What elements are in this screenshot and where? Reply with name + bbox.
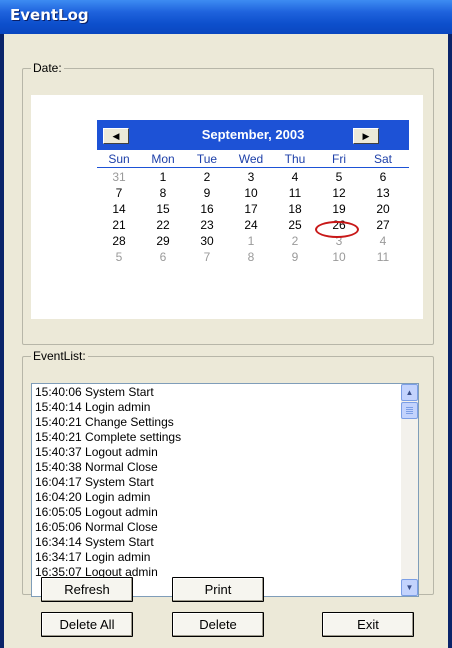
calendar-day-cell[interactable]: 13 (361, 186, 405, 201)
calendar-day-cell[interactable]: 5 (317, 170, 361, 185)
client-area: Date: September, 2003 ◀ ▶ Sun Mon Tue Wed Th… (4, 34, 448, 648)
next-month-button[interactable]: ▶ (353, 128, 379, 144)
weekday-label: Wed (238, 152, 264, 166)
previous-month-button[interactable]: ◀ (103, 128, 129, 144)
calendar-day-cell[interactable]: 4 (273, 170, 317, 185)
event-list-scrollbar[interactable]: ▲ ▼ (401, 384, 418, 596)
event-list-item[interactable]: 15:40:14 Login admin (35, 400, 150, 415)
calendar-day-cell[interactable]: 21 (97, 218, 141, 233)
calendar-day-cell[interactable]: 11 (361, 250, 405, 265)
date-group-label: Date: (33, 61, 62, 75)
calendar-day-cell[interactable]: 7 (97, 186, 141, 201)
calendar-day-cell[interactable]: 23 (185, 218, 229, 233)
event-list-item[interactable]: 16:05:05 Logout admin (35, 505, 158, 520)
calendar-day-cell[interactable]: 8 (141, 186, 185, 201)
calendar-day-cell[interactable]: 20 (361, 202, 405, 217)
calendar-day-cell[interactable]: 25 (273, 218, 317, 233)
refresh-button[interactable]: Refresh (41, 577, 133, 602)
calendar-day-cell[interactable]: 7 (185, 250, 229, 265)
event-list-item[interactable]: 15:40:38 Normal Close (35, 460, 158, 475)
calendar-panel: September, 2003 ◀ ▶ Sun Mon Tue Wed Thu Fri Sa… (31, 95, 423, 319)
arrow-right-icon: ▶ (362, 131, 370, 141)
calendar-day-cell[interactable]: 6 (141, 250, 185, 265)
date-group: Date: September, 2003 ◀ ▶ Sun Mon Tue Wed Th… (22, 61, 434, 345)
calendar-day-cell[interactable]: 5 (97, 250, 141, 265)
calendar-day-cell[interactable]: 8 (229, 250, 273, 265)
calendar-day-cell[interactable]: 30 (185, 234, 229, 249)
event-listbox[interactable]: 15:40:06 System Start 15:40:14 Login admi… (31, 383, 419, 597)
calendar-day-cell[interactable]: 19 (317, 202, 361, 217)
weekday-label: Mon (151, 152, 175, 166)
calendar-day-cell[interactable]: 22 (141, 218, 185, 233)
event-list-group-label: EventList: (33, 349, 86, 363)
calendar-day-cell[interactable]: 9 (273, 250, 317, 265)
calendar-day-cell[interactable]: 15 (141, 202, 185, 217)
calendar-day-cell[interactable]: 31 (97, 170, 141, 185)
calendar-day-cell[interactable]: 29 (141, 234, 185, 249)
calendar-day-cell[interactable]: 27 (361, 218, 405, 233)
calendar-day-cell[interactable]: 12 (317, 186, 361, 201)
calendar-day-cell[interactable]: 2 (185, 170, 229, 185)
scroll-down-button[interactable]: ▼ (401, 579, 418, 596)
weekday-label: Fri (332, 152, 346, 166)
weekday-header-row: Sun Mon Tue Wed Thu Fri Sat (97, 152, 409, 168)
calendar-day-cell[interactable]: 17 (229, 202, 273, 217)
calendar-day-cell[interactable]: 10 (229, 186, 273, 201)
weekday-label: Sat (373, 152, 392, 166)
event-list-item[interactable]: 16:04:20 Login admin (35, 490, 150, 505)
event-list-group: EventList: 15:40:06 System Start 15:40:14… (22, 349, 434, 597)
calendar-day-cell[interactable]: 18 (273, 202, 317, 217)
calendar-day-cell[interactable]: 4 (361, 234, 405, 249)
window-title: EventLog (10, 6, 89, 24)
calendar-day-cell[interactable]: 11 (273, 186, 317, 201)
calendar-day-cell[interactable]: 14 (97, 202, 141, 217)
event-list-item[interactable]: 15:40:06 System Start (35, 385, 154, 400)
today-marker-icon (315, 221, 359, 238)
weekday-label: Sun (108, 152, 130, 166)
calendar-day-cell[interactable]: 1 (229, 234, 273, 249)
exit-button[interactable]: Exit (322, 612, 414, 637)
arrow-left-icon: ◀ (112, 131, 120, 141)
calendar-day-cell[interactable]: 2 (273, 234, 317, 249)
print-button[interactable]: Print (172, 577, 264, 602)
calendar-day-cell[interactable]: 10 (317, 250, 361, 265)
chevron-down-icon: ▼ (405, 583, 414, 592)
calendar-day-cell[interactable]: 9 (185, 186, 229, 201)
event-list-item[interactable]: 16:05:06 Normal Close (35, 520, 158, 535)
event-list-item[interactable]: 15:40:21 Change Settings (35, 415, 174, 430)
event-list-item[interactable]: 16:34:14 System Start (35, 535, 154, 550)
eventlog-window: EventLog Date: September, 2003 ◀ ▶ Sun Mo… (0, 0, 452, 648)
calendar-day-cell[interactable]: 1 (141, 170, 185, 185)
calendar-day-cell[interactable]: 16 (185, 202, 229, 217)
event-list-item[interactable]: 16:34:17 Login admin (35, 550, 150, 565)
calendar-day-cell[interactable]: 3 (229, 170, 273, 185)
title-bar[interactable]: EventLog (0, 0, 452, 34)
calendar-day-cell[interactable]: 28 (97, 234, 141, 249)
event-list-item[interactable]: 15:40:21 Complete settings (35, 430, 181, 445)
calendar-header: September, 2003 ◀ ▶ (97, 120, 409, 150)
delete-button[interactable]: Delete (172, 612, 264, 637)
calendar-day-cell[interactable]: 24 (229, 218, 273, 233)
event-list-item[interactable]: 15:40:37 Logout admin (35, 445, 158, 460)
chevron-up-icon: ▲ (405, 388, 414, 397)
calendar-day-cell[interactable]: 6 (361, 170, 405, 185)
event-list-item[interactable]: 16:04:17 System Start (35, 475, 154, 490)
scroll-thumb[interactable] (401, 402, 418, 419)
weekday-label: Tue (196, 152, 218, 166)
delete-all-button[interactable]: Delete All (41, 612, 133, 637)
weekday-label: Thu (284, 152, 306, 166)
scroll-up-button[interactable]: ▲ (401, 384, 418, 401)
